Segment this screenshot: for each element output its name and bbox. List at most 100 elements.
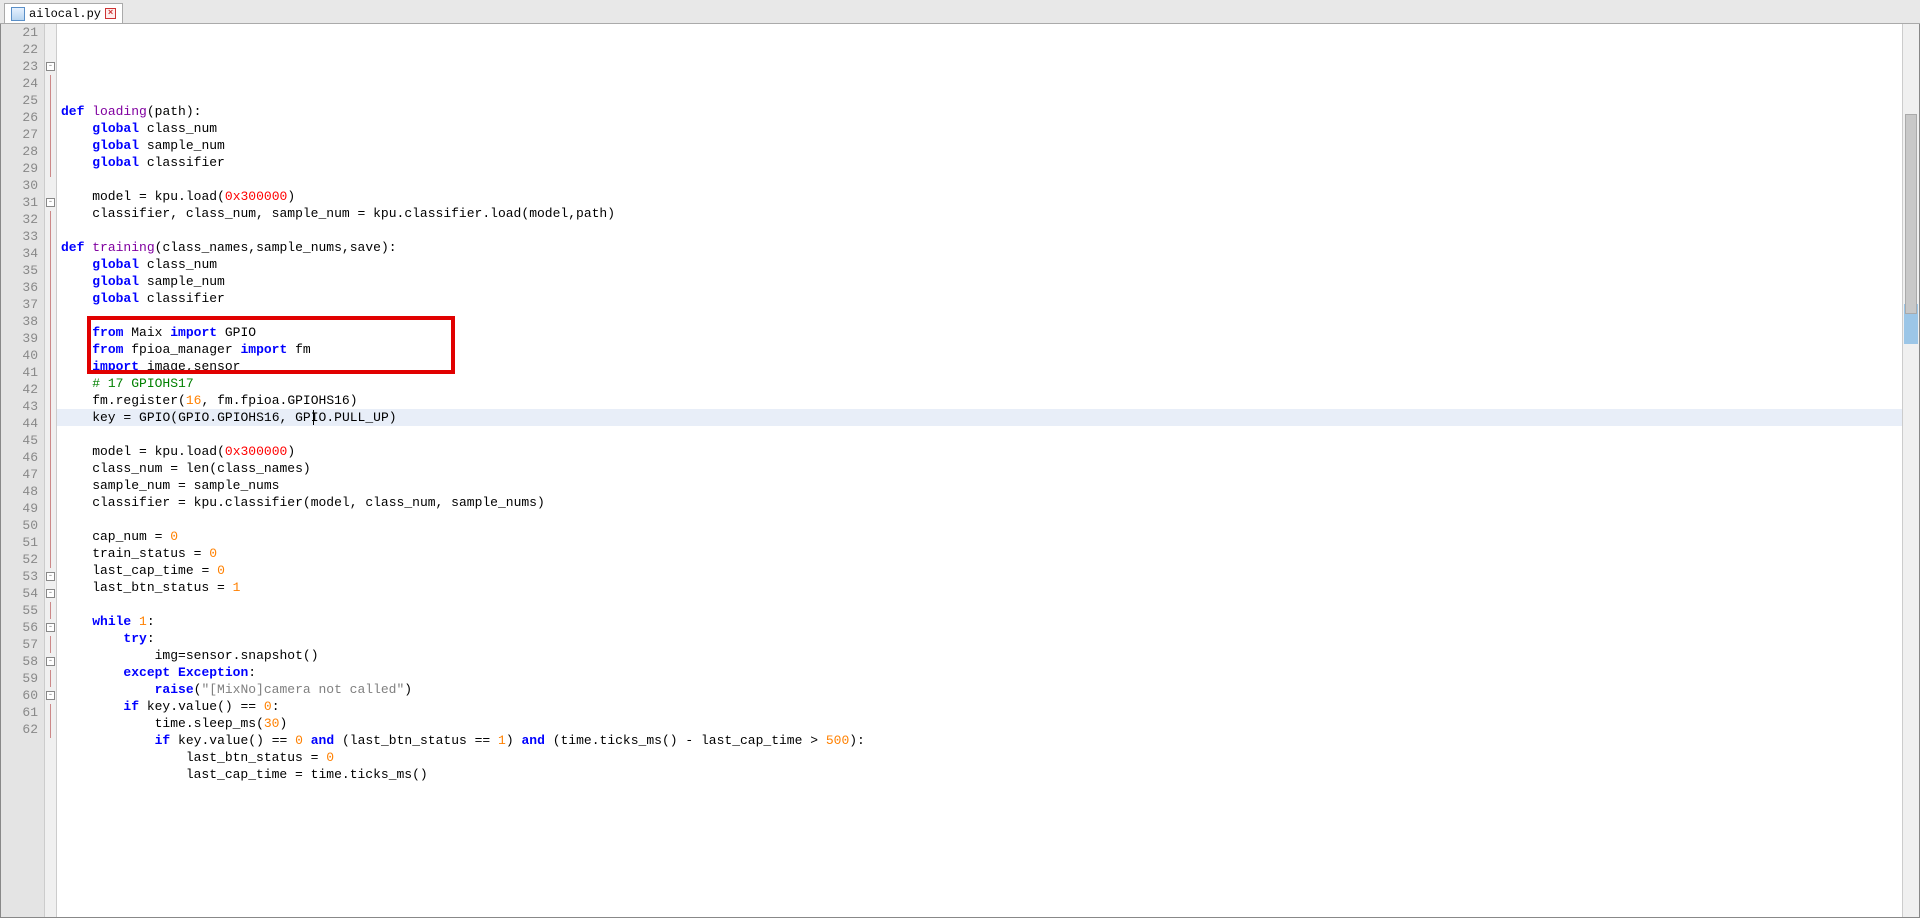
code-line[interactable]: img=sensor.snapshot() [57, 647, 1902, 664]
fold-guide [50, 704, 51, 721]
fold-cell [45, 432, 56, 449]
code-line[interactable]: time.sleep_ms(30) [57, 715, 1902, 732]
code-line[interactable]: classifier = kpu.classifier(model, class… [57, 494, 1902, 511]
fold-cell[interactable]: - [45, 194, 56, 211]
token-kw: import [170, 325, 217, 340]
line-number: 26 [13, 109, 38, 126]
file-tab[interactable]: ailocal.py × [4, 3, 123, 23]
token-txt [545, 733, 553, 748]
fold-minus-icon[interactable]: - [46, 691, 55, 700]
code-line[interactable] [57, 222, 1902, 239]
code-line[interactable]: key = GPIO(GPIO.GPIOHS16, GPIO.PULL_UP) [57, 409, 1902, 426]
code-line[interactable]: def training(class_names,sample_nums,sav… [57, 239, 1902, 256]
code-area[interactable]: def loading(path): global class_num glob… [57, 24, 1902, 917]
code-line[interactable]: last_btn_status = 1 [57, 579, 1902, 596]
code-line[interactable]: try: [57, 630, 1902, 647]
fold-guide [50, 483, 51, 500]
code-line[interactable]: model = kpu.load(0x300000) [57, 443, 1902, 460]
token-txt: sample_num [264, 206, 358, 221]
code-line[interactable]: last_cap_time = time.ticks_ms() [57, 766, 1902, 783]
code-line[interactable]: cap_num = 0 [57, 528, 1902, 545]
code-line[interactable]: last_cap_time = 0 [57, 562, 1902, 579]
close-icon[interactable]: × [105, 8, 116, 19]
line-number: 37 [13, 296, 38, 313]
code-line[interactable]: last_btn_status = 0 [57, 749, 1902, 766]
code-line[interactable] [57, 69, 1902, 86]
code-line[interactable] [57, 307, 1902, 324]
fold-minus-icon[interactable]: - [46, 198, 55, 207]
code-line[interactable] [57, 426, 1902, 443]
code-line[interactable]: global sample_num [57, 137, 1902, 154]
fold-minus-icon[interactable]: - [46, 589, 55, 598]
fold-guide [50, 398, 51, 415]
code-line[interactable]: fm.register(16, fm.fpioa.GPIOHS16) [57, 392, 1902, 409]
code-line[interactable]: global classifier [57, 290, 1902, 307]
line-number: 47 [13, 466, 38, 483]
line-number: 43 [13, 398, 38, 415]
code-line[interactable]: from fpioa_manager import fm [57, 341, 1902, 358]
code-line[interactable]: global sample_num [57, 273, 1902, 290]
token-txt: model [61, 189, 139, 204]
code-line[interactable] [57, 511, 1902, 528]
code-line[interactable] [57, 86, 1902, 103]
fold-cell[interactable]: - [45, 653, 56, 670]
token-txt: time [303, 767, 342, 782]
token-op: ) [506, 733, 514, 748]
text-cursor [313, 410, 314, 425]
fold-column: - - - - - - - [45, 24, 57, 917]
token-txt [61, 342, 92, 357]
fold-cell[interactable]: - [45, 58, 56, 75]
token-op: . [326, 410, 334, 425]
editor[interactable]: 2122232425262728293031323334353637383940… [0, 24, 1920, 918]
fold-minus-icon[interactable]: - [46, 623, 55, 632]
fold-guide [50, 415, 51, 432]
code-line[interactable]: train_status = 0 [57, 545, 1902, 562]
token-txt [61, 274, 92, 289]
token-kw: global [92, 274, 139, 289]
code-line[interactable]: classifier, class_num, sample_num = kpu.… [57, 205, 1902, 222]
code-line[interactable]: def loading(path): [57, 103, 1902, 120]
code-line[interactable]: from Maix import GPIO [57, 324, 1902, 341]
token-txt: kpu [365, 206, 396, 221]
code-line[interactable]: if key.value() == 0: [57, 698, 1902, 715]
fold-cell[interactable]: - [45, 619, 56, 636]
code-line[interactable]: raise("[MixNo]camera not called") [57, 681, 1902, 698]
code-line[interactable]: global class_num [57, 256, 1902, 273]
token-txt: sample_num [61, 478, 178, 493]
token-op: ( [170, 410, 178, 425]
code-line[interactable]: global classifier [57, 154, 1902, 171]
code-line[interactable]: sample_num = sample_nums [57, 477, 1902, 494]
token-op: () [662, 733, 678, 748]
code-line[interactable]: except Exception: [57, 664, 1902, 681]
code-line[interactable]: if key.value() == 0 and (last_btn_status… [57, 732, 1902, 749]
fold-cell[interactable]: - [45, 687, 56, 704]
token-op: : [248, 665, 256, 680]
fold-cell[interactable]: - [45, 568, 56, 585]
code-line[interactable] [57, 171, 1902, 188]
fold-minus-icon[interactable]: - [46, 62, 55, 71]
code-line[interactable] [57, 596, 1902, 613]
token-op: ) [607, 206, 615, 221]
token-op: () [412, 767, 428, 782]
fold-cell[interactable]: - [45, 585, 56, 602]
code-line[interactable]: global class_num [57, 120, 1902, 137]
token-txt [256, 699, 264, 714]
code-line[interactable]: # 17 GPIOHS17 [57, 375, 1902, 392]
token-txt: ticks_ms [350, 767, 412, 782]
code-line[interactable]: import image,sensor [57, 358, 1902, 375]
token-txt: key [170, 733, 201, 748]
code-line[interactable]: while 1: [57, 613, 1902, 630]
fold-minus-icon[interactable]: - [46, 572, 55, 581]
token-txt: model [529, 206, 568, 221]
fold-minus-icon[interactable]: - [46, 657, 55, 666]
code-line[interactable]: class_num = len(class_names) [57, 460, 1902, 477]
code-line[interactable]: model = kpu.load(0x300000) [57, 188, 1902, 205]
vertical-scrollbar[interactable] [1902, 24, 1919, 917]
scroll-thumb[interactable] [1905, 114, 1917, 314]
fold-guide [50, 245, 51, 262]
fold-cell [45, 109, 56, 126]
line-number: 52 [13, 551, 38, 568]
token-hex: 0x300000 [225, 444, 287, 459]
token-op: == [272, 733, 288, 748]
token-txt: time [61, 716, 186, 731]
